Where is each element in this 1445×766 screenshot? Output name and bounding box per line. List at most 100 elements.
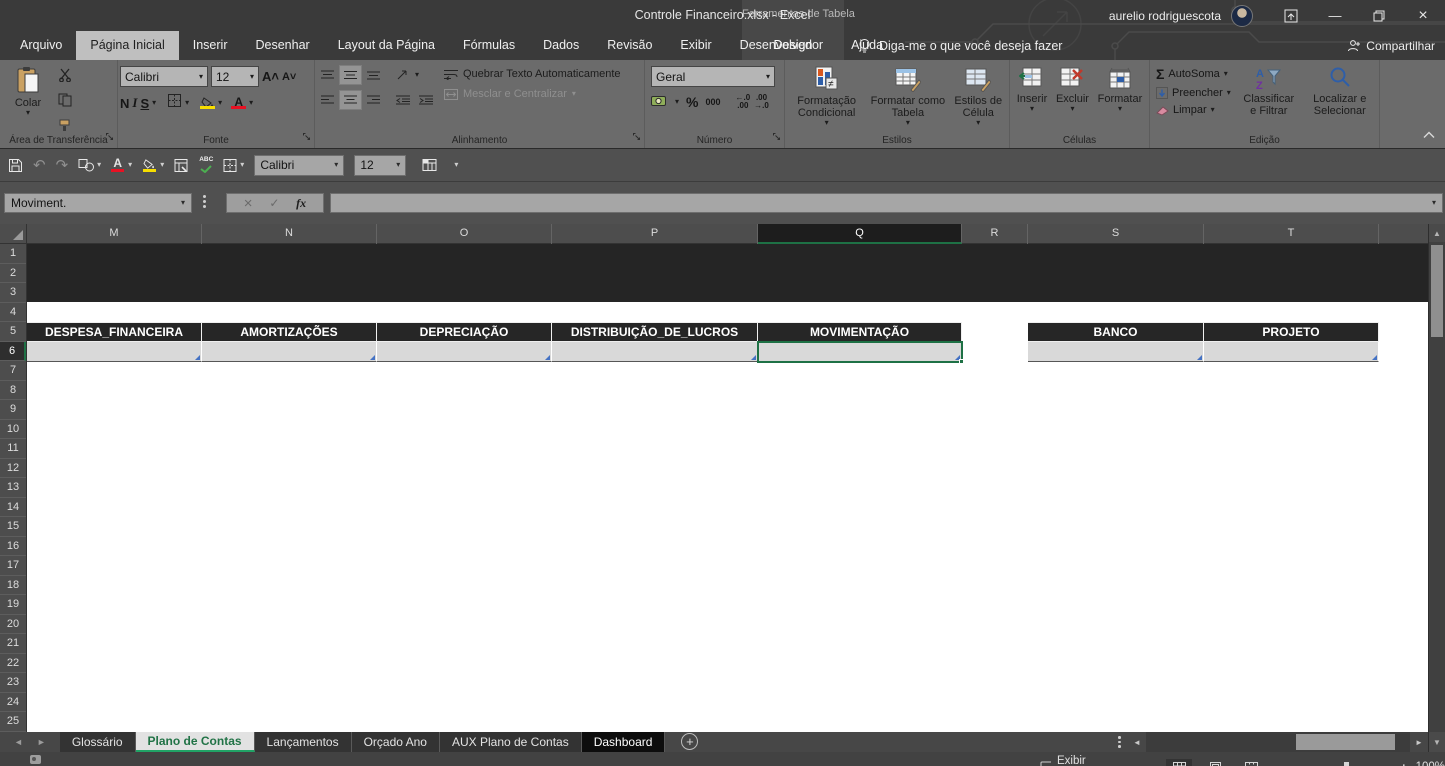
font-color-icon[interactable]: A [231, 97, 246, 109]
scroll-down-icon[interactable]: ▼ [1428, 732, 1445, 752]
font-family-combo[interactable]: Calibri▾ [120, 66, 208, 87]
autosum-button[interactable]: Σ AutoSoma ▾ [1156, 66, 1231, 82]
paste-button[interactable]: Colar ▾ [2, 64, 54, 132]
spelling-icon[interactable]: ABC [199, 157, 213, 173]
sort-filter-button[interactable]: AZ Classificar e Filtrar [1237, 64, 1301, 132]
qat-font-color-icon[interactable]: A [111, 158, 124, 172]
sheet-tab-plano-de-contas[interactable]: Plano de Contas [136, 732, 255, 752]
grid-body[interactable]: DESPESA_FINANCEIRAAMORTIZAÇÕESDEPRECIAÇÃ… [27, 244, 1428, 732]
row-header-14[interactable]: 14 [0, 498, 26, 518]
accounting-dropdown-icon[interactable]: ▾ [675, 98, 679, 106]
underline-button[interactable]: S [140, 96, 149, 111]
sheet-tab-glossario[interactable]: Glossário [60, 732, 136, 752]
accounting-format-icon[interactable] [651, 95, 668, 110]
align-bottom-icon[interactable] [363, 66, 384, 84]
draw-shapes-icon[interactable]: ▾ [78, 158, 101, 172]
cell-style-gallery-icon[interactable] [422, 158, 438, 172]
expand-formula-bar-icon[interactable]: ▾ [1432, 199, 1436, 207]
row-header-12[interactable]: 12 [0, 459, 26, 479]
borders-dropdown-icon[interactable]: ▾ [185, 99, 189, 107]
horizontal-scrollbar-thumb[interactable] [1296, 734, 1395, 750]
row-header-23[interactable]: 23 [0, 673, 26, 693]
active-cell-selection[interactable] [757, 341, 963, 363]
zoom-slider-thumb[interactable] [1344, 762, 1349, 766]
increase-font-icon[interactable]: A˄ [262, 69, 279, 84]
table-header-cell-banco[interactable]: BANCO [1028, 322, 1204, 342]
qat-font-color-dropdown-icon[interactable]: ▾ [128, 161, 132, 169]
row-header-17[interactable]: 17 [0, 556, 26, 576]
formula-bar-resize-handle[interactable] [203, 195, 206, 208]
scrollbar-splitter-handle[interactable] [1118, 736, 1121, 748]
row-header-21[interactable]: 21 [0, 634, 26, 654]
number-dialog-launcher-icon[interactable] [772, 128, 781, 146]
table-data-cell-P6[interactable] [552, 342, 758, 362]
new-sheet-icon[interactable]: + [681, 733, 698, 750]
sheet-tab-orcado-ano[interactable]: Orçado Ano [352, 732, 440, 752]
row-header-6[interactable]: 6 [0, 342, 26, 362]
table-header-cell-projeto[interactable]: PROJETO [1204, 322, 1379, 342]
scroll-left-icon[interactable]: ◄ [1128, 732, 1146, 752]
align-left-icon[interactable] [317, 91, 338, 109]
merge-center-button[interactable]: Mesclar e Centralizar ▾ [444, 88, 621, 100]
insert-function-icon[interactable]: fx [296, 196, 306, 211]
column-header-M[interactable]: M [27, 224, 202, 244]
italic-button[interactable]: I [132, 95, 137, 111]
clipboard-dialog-launcher-icon[interactable] [105, 128, 114, 146]
font-size-combo[interactable]: 12▾ [211, 66, 259, 87]
ribbon-tab-desenvolvedor[interactable]: Desenvolvedor [726, 31, 837, 60]
conditional-formatting-button[interactable]: ≠ Formatação Condicional ▾ [787, 64, 866, 132]
qat-font-family-combo[interactable]: Calibri▾ [254, 155, 344, 176]
column-header-Q[interactable]: Q [758, 224, 962, 244]
percent-style-icon[interactable]: % [686, 94, 698, 110]
fill-handle[interactable] [959, 359, 964, 364]
row-header-13[interactable]: 13 [0, 478, 26, 498]
align-right-icon[interactable] [363, 91, 384, 109]
vertical-scrollbar-thumb[interactable] [1431, 245, 1443, 337]
row-header-24[interactable]: 24 [0, 693, 26, 713]
sheet-tab-dashboard[interactable]: Dashboard [582, 732, 666, 752]
column-header-O[interactable]: O [377, 224, 552, 244]
align-top-icon[interactable] [317, 66, 338, 84]
row-header-15[interactable]: 15 [0, 517, 26, 537]
row-header-7[interactable]: 7 [0, 361, 26, 381]
row-header-20[interactable]: 20 [0, 615, 26, 635]
paste-dropdown-icon[interactable]: ▾ [26, 109, 30, 117]
account-user-name[interactable]: aurelio rodriguescota [1109, 9, 1221, 23]
redo-icon[interactable]: ↷ [56, 156, 69, 174]
close-button[interactable]: × [1401, 0, 1445, 31]
row-header-3[interactable]: 3 [0, 283, 26, 303]
tell-me-box[interactable]: Diga-me o que você deseja fazer [858, 31, 1062, 60]
macro-record-icon[interactable] [30, 755, 41, 764]
row-header-8[interactable]: 8 [0, 381, 26, 401]
ribbon-tab-dados[interactable]: Dados [529, 31, 593, 60]
row-header-16[interactable]: 16 [0, 537, 26, 557]
alignment-dialog-launcher-icon[interactable] [632, 128, 641, 146]
ribbon-tab-arquivo[interactable]: Arquivo [6, 31, 76, 60]
table-data-cell-N6[interactable] [202, 342, 377, 362]
name-box[interactable]: Moviment.▾ [4, 193, 192, 213]
cell-styles-button[interactable]: Estilos de Célula ▾ [950, 64, 1008, 132]
row-header-2[interactable]: 2 [0, 264, 26, 284]
column-header-S[interactable]: S [1028, 224, 1204, 244]
wrap-text-button[interactable]: Quebrar Texto Automaticamente [444, 68, 621, 80]
table-format-icon[interactable] [174, 158, 189, 173]
undo-icon[interactable]: ↶ [33, 156, 46, 174]
page-layout-view-icon[interactable] [1202, 759, 1228, 766]
previous-sheet-icon[interactable]: ◄ [14, 737, 23, 747]
table-header-cell-distribuicao-de-lucros[interactable]: DISTRIBUIÇÃO_DE_LUCROS [552, 322, 758, 342]
cancel-entry-icon[interactable]: × [244, 195, 253, 212]
zoom-in-icon[interactable]: + [1400, 760, 1408, 766]
table-data-cell-S6[interactable] [1028, 342, 1204, 362]
table-data-cell-M6[interactable] [27, 342, 202, 362]
sheet-tab-aux-plano-de-contas[interactable]: AUX Plano de Contas [440, 732, 582, 752]
align-center-icon[interactable] [340, 91, 361, 109]
save-icon[interactable] [8, 158, 23, 173]
format-cells-button[interactable]: Formatar ▾ [1094, 64, 1147, 132]
sheet-tab-lancamentos[interactable]: Lançamentos [255, 732, 352, 752]
display-settings-button[interactable]: Exibir Configurações [1040, 755, 1140, 766]
column-header-partial[interactable] [1379, 224, 1428, 244]
qat-fill-color-dropdown-icon[interactable]: ▾ [160, 161, 164, 169]
collapse-ribbon-icon[interactable] [1423, 126, 1435, 144]
row-header-19[interactable]: 19 [0, 595, 26, 615]
table-data-cell-T6[interactable] [1204, 342, 1379, 362]
